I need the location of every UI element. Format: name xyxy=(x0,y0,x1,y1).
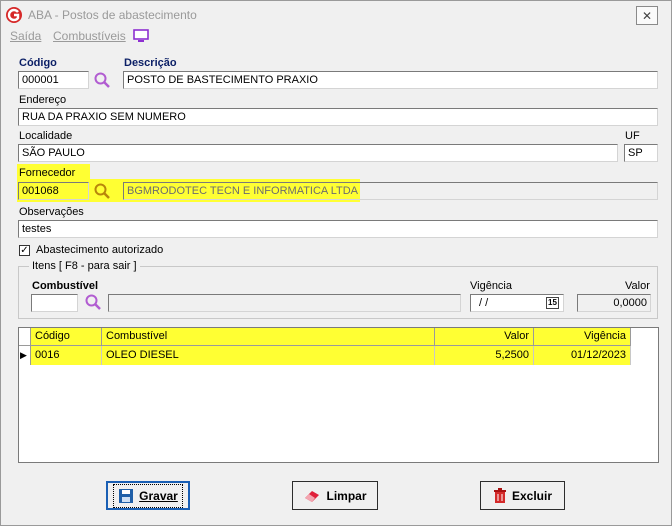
fornecedor-label: Fornecedor xyxy=(19,167,76,179)
combustivel-label: Combustível xyxy=(32,280,99,292)
codigo-label: Código xyxy=(19,57,57,69)
close-button[interactable]: ✕ xyxy=(636,6,658,25)
window-title: ABA - Postos de abastecimento xyxy=(28,8,197,22)
codigo-input[interactable]: 000001 xyxy=(18,71,89,89)
search-icon[interactable] xyxy=(84,293,102,311)
menu-combustiveis[interactable]: Combustíveis xyxy=(53,29,126,43)
row-indicator: ▶ xyxy=(19,346,31,365)
trash-icon xyxy=(493,487,506,503)
g-logo-icon xyxy=(6,7,22,23)
excluir-button[interactable]: Excluir xyxy=(480,481,565,510)
endereco-label: Endereço xyxy=(19,94,67,106)
valor-field: 0,0000 xyxy=(577,294,651,312)
cell-codigo: 0016 xyxy=(31,346,102,365)
observacoes-label: Observações xyxy=(19,206,84,218)
vigencia-value: / / xyxy=(479,297,489,309)
valor-label: Valor xyxy=(625,280,650,292)
localidade-input[interactable]: SÃO PAULO xyxy=(18,144,618,162)
cell-combustivel: OLEO DIESEL xyxy=(102,346,435,365)
items-grid[interactable]: Código Combustível Valor Vigência ▶ 0016… xyxy=(18,327,659,463)
gravar-button[interactable]: Gravar xyxy=(106,481,190,510)
uf-label: UF xyxy=(625,130,640,142)
autorizado-checkbox[interactable]: ✓ xyxy=(19,245,30,256)
cell-valor: 5,2500 xyxy=(435,346,534,365)
cell-vigencia: 01/12/2023 xyxy=(534,346,631,365)
descricao-input[interactable]: POSTO DE BASTECIMENTO PRAXIO xyxy=(123,71,658,89)
title-bar: ABA - Postos de abastecimento ✕ xyxy=(1,1,671,29)
fornecedor-code-input[interactable]: 001068 xyxy=(18,182,89,200)
eraser-icon xyxy=(305,490,320,502)
save-icon xyxy=(119,488,134,503)
descricao-label: Descrição xyxy=(124,57,177,69)
uf-input[interactable]: SP xyxy=(624,144,658,162)
vigencia-label: Vigência xyxy=(470,280,512,292)
search-icon[interactable] xyxy=(93,71,111,89)
combustivel-desc-field xyxy=(108,294,461,312)
fornecedor-name-field: BGMRODOTEC TECN E INFORMATICA LTDA xyxy=(123,182,658,200)
itens-group-title: Itens [ F8 - para sair ] xyxy=(29,260,140,272)
endereco-input[interactable]: RUA DA PRAXIO SEM NUMERO xyxy=(18,108,658,126)
gravar-label: Gravar xyxy=(139,488,178,503)
calendar-icon[interactable]: 15 xyxy=(546,297,559,309)
main-window: ABA - Postos de abastecimento ✕ Saída Co… xyxy=(0,0,672,526)
grid-corner xyxy=(19,328,31,346)
monitor-icon[interactable] xyxy=(133,29,149,43)
observacoes-input[interactable]: testes xyxy=(18,220,658,238)
limpar-label: Limpar xyxy=(326,488,367,503)
localidade-label: Localidade xyxy=(19,130,73,142)
menu-saida[interactable]: Saída xyxy=(10,29,41,43)
autorizado-label: Abastecimento autorizado xyxy=(36,244,164,256)
search-icon[interactable] xyxy=(93,182,111,200)
limpar-button[interactable]: Limpar xyxy=(292,481,378,510)
table-row[interactable]: 0016 OLEO DIESEL 5,2500 01/12/2023 xyxy=(31,328,631,365)
combustivel-code-input[interactable] xyxy=(31,294,78,312)
excluir-label: Excluir xyxy=(511,488,553,503)
